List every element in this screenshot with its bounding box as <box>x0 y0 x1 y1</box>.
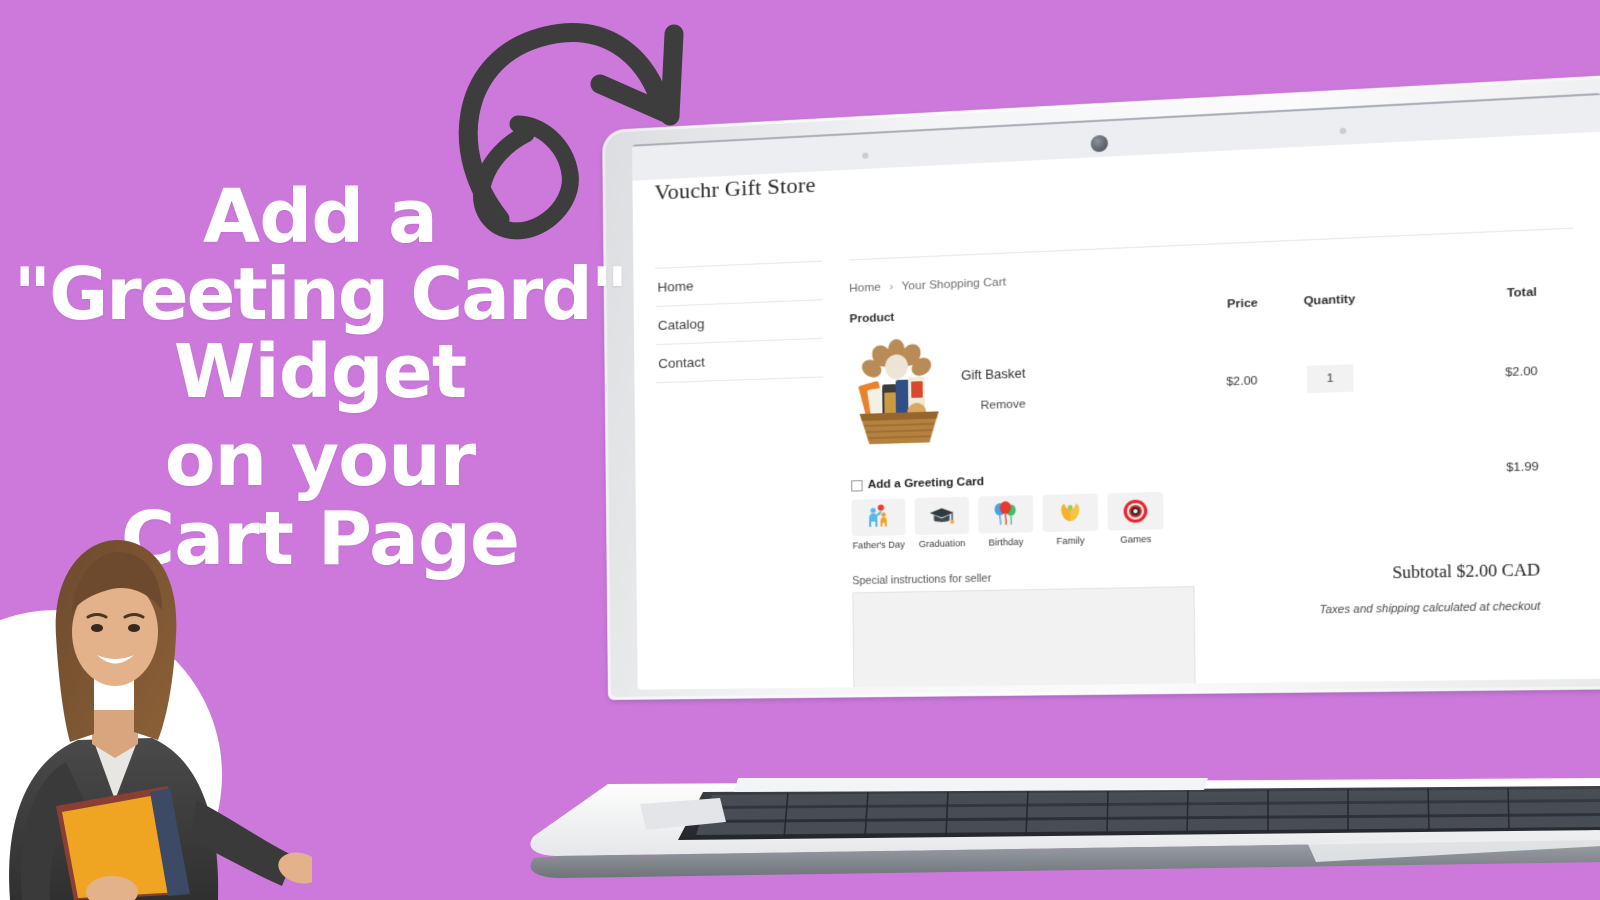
sidebar-item-catalog[interactable]: Catalog <box>655 300 823 346</box>
breadcrumb-separator-icon: › <box>889 280 894 294</box>
presenter-photo <box>0 500 312 900</box>
browser-viewport: Vouchr Gift Store Home Catalog Contact H… <box>632 131 1600 690</box>
promo-banner: Add a "Greeting Card" Widget on your Car… <box>0 0 1600 900</box>
remove-item-link[interactable]: Remove <box>981 398 1026 412</box>
cart-item-total: $2.00 <box>1505 364 1538 379</box>
headline-line-2: "Greeting Card" <box>13 252 629 337</box>
breadcrumb-current: Your Shopping Cart <box>901 276 1007 293</box>
greeting-card-checkbox[interactable] <box>851 479 863 492</box>
dartboard-icon <box>1107 491 1164 531</box>
greeting-card-category-graduation[interactable]: Graduation <box>914 496 970 550</box>
indicator-dot-right <box>1339 127 1346 135</box>
headline-line-3: Widget <box>173 328 468 415</box>
screen-bezel: Vouchr Gift Store Home Catalog Contact H… <box>632 92 1600 690</box>
greeting-card-category-label: Games <box>1120 533 1152 545</box>
greeting-card-category-label: Family <box>1056 535 1085 547</box>
greeting-card-category-fathers-day[interactable]: Father's Day <box>851 498 906 551</box>
greeting-card-label[interactable]: Add a Greeting Card <box>868 476 985 491</box>
balloons-icon <box>978 495 1034 534</box>
tax-shipping-note: Taxes and shipping calculated at checkou… <box>1319 600 1541 617</box>
special-instructions-label: Special instructions for seller <box>852 572 992 588</box>
cart-content: Home › Your Shopping Cart Product Price <box>848 227 1580 690</box>
greeting-card-widget: Add a Greeting Card $1.99 Father's Day G… <box>851 427 1576 551</box>
breadcrumb-home[interactable]: Home <box>849 281 881 295</box>
laptop-lid: Vouchr Gift Store Home Catalog Contact H… <box>602 74 1600 700</box>
subtotal-label: Subtotal <box>1392 563 1453 583</box>
greeting-card-category-label: Birthday <box>988 536 1024 548</box>
subtotal-row: Subtotal $2.00 CAD <box>1216 561 1540 586</box>
headline-line-4: on your <box>164 417 477 504</box>
cart-item-product: Gift Basket Remove <box>850 329 1140 449</box>
open-hands-icon <box>1042 493 1099 533</box>
greeting-card-price: $1.99 <box>1506 460 1539 475</box>
cart-footer: Special instructions for seller Subtotal… <box>852 535 1578 690</box>
graduation-cap-icon <box>914 496 970 535</box>
cart-table: Product Price Quantity Total Gift Basket… <box>849 285 1575 449</box>
father-and-child-icon <box>851 498 906 537</box>
sidebar-item-contact[interactable]: Contact <box>656 338 824 384</box>
greeting-card-category-family[interactable]: Family <box>1042 493 1099 547</box>
greeting-card-category-label: Graduation <box>918 537 966 550</box>
webcam-icon <box>1090 134 1108 153</box>
greeting-card-category-birthday[interactable]: Birthday <box>978 495 1034 548</box>
special-instructions-input[interactable] <box>852 586 1196 690</box>
indicator-dot-left <box>861 152 868 159</box>
subtotal-currency: CAD <box>1501 561 1541 581</box>
greeting-card-category-games[interactable]: Games <box>1107 491 1164 545</box>
product-name[interactable]: Gift Basket <box>961 366 1025 383</box>
cart-page: Vouchr Gift Store Home Catalog Contact H… <box>632 132 1600 690</box>
subtotal-amount: $2.00 <box>1456 562 1498 582</box>
special-instructions-group: Special instructions for seller <box>852 568 1196 690</box>
cart-item-price: $2.00 <box>1226 374 1258 388</box>
curved-arrow-icon <box>430 4 720 244</box>
product-thumbnail[interactable] <box>851 337 948 448</box>
sidebar-nav: Home Catalog Contact <box>655 260 828 690</box>
greeting-card-category-label: Father's Day <box>852 539 906 551</box>
order-summary: Subtotal $2.00 CAD Taxes and shipping ca… <box>1216 561 1578 690</box>
cart-item-quantity-cell: 1 <box>1258 319 1403 437</box>
laptop-base <box>488 778 1600 888</box>
quantity-input[interactable]: 1 <box>1306 363 1354 393</box>
